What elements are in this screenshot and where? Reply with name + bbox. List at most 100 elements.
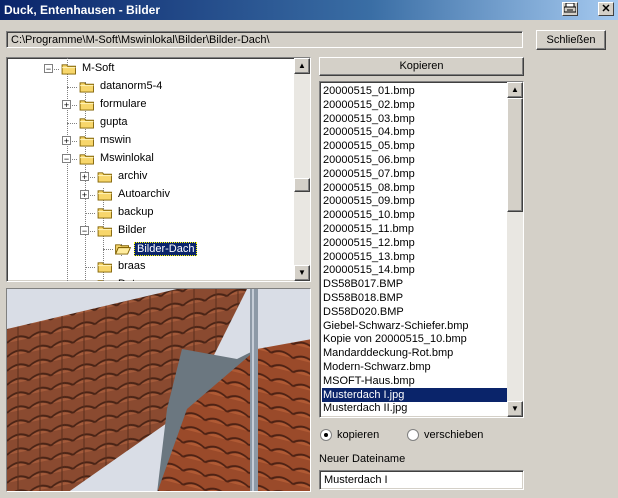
radio-move-label[interactable]: verschieben [424,429,483,441]
tree-item[interactable]: Bilder-Dach [7,240,295,258]
path-display: C:\Programme\M-Soft\Mswinlokal\Bilder\Bi… [6,31,523,48]
folder-icon [97,262,112,273]
file-list-item[interactable]: 20000515_11.bmp [322,222,415,236]
tree-item[interactable]: datanorm5-4 [7,78,295,96]
tree-item-label[interactable]: formulare [98,98,148,110]
tree-connector [103,249,113,250]
radio-dot [324,433,328,437]
file-list-item[interactable]: 20000515_13.bmp [322,250,416,264]
tree-connector [85,213,95,214]
radio-move[interactable] [407,429,419,441]
tree-item-label[interactable]: backup [116,206,155,218]
file-list-item[interactable]: 20000515_02.bmp [322,98,416,112]
file-list-item[interactable]: DS58D020.BMP [322,305,405,319]
file-list-item[interactable]: 20000515_07.bmp [322,167,416,181]
tree-item[interactable]: − Mswinlokal [7,150,295,168]
folder-icon [79,118,94,129]
file-list-item[interactable]: 20000515_10.bmp [322,208,416,222]
file-list-item[interactable]: DS58B017.BMP [322,277,404,291]
scroll-up-icon[interactable]: ▲ [294,58,310,74]
folder-tree[interactable]: − M-Soft datanorm5-4 + formulare gupta + mswin −… [6,57,311,282]
folder-icon [97,208,112,219]
file-list-item[interactable]: 20000515_09.bmp [322,194,416,208]
file-list-item[interactable]: MSOFT-Haus.bmp [322,374,416,388]
scroll-down-icon[interactable]: ▼ [294,265,310,281]
folder-icon [61,64,76,75]
image-preview [6,288,311,492]
folder-icon [79,100,94,111]
file-list[interactable]: 20000515_01.bmp 20000515_02.bmp 20000515_0… [319,81,524,418]
tree-item-label[interactable]: Bilder [116,224,148,236]
tree-item[interactable]: + mswin [7,132,295,150]
tree-item[interactable]: Data [7,276,295,281]
expand-icon[interactable]: + [62,136,71,146]
scroll-down-icon[interactable]: ▼ [507,401,523,417]
file-list-item[interactable]: 20000515_05.bmp [322,139,416,153]
tree-connector [85,267,95,268]
roof-photo [7,289,310,491]
window-title: Duck, Entenhausen - Bilder [4,3,161,17]
scroll-thumb[interactable] [507,98,523,212]
file-list-item[interactable]: 20000515_01.bmp [322,84,416,98]
tree-item-label[interactable]: Autoarchiv [116,188,172,200]
scroll-thumb[interactable] [294,178,310,192]
collapse-icon[interactable]: − [80,226,89,236]
tree-item[interactable]: + formulare [7,96,295,114]
tree-connector [67,123,77,124]
file-list-item[interactable]: Kopie von 20000515_10.bmp [322,332,468,346]
tree-item-label[interactable]: Data [116,278,143,281]
copy-button[interactable]: Kopieren [319,57,524,76]
file-list-item[interactable]: Musterdach I.jpg [322,387,507,402]
tree-item[interactable]: braas [7,258,295,276]
radio-copy[interactable] [320,429,332,441]
expand-icon[interactable]: + [80,190,89,200]
file-list-item[interactable]: 20000515_12.bmp [322,236,416,250]
folder-icon [79,154,94,165]
close-icon[interactable]: ✕ [598,2,614,16]
tree-item-label[interactable]: M-Soft [80,62,116,74]
tree-item-label[interactable]: gupta [98,116,130,128]
file-list-item[interactable]: Musterdach II.jpg [322,401,408,415]
file-list-item[interactable]: Modern-Schwarz.bmp [322,360,432,374]
tree-item[interactable]: backup [7,204,295,222]
title-bar: Duck, Entenhausen - Bilder ✕ [0,0,618,20]
file-scrollbar[interactable]: ▲ ▼ [507,82,523,417]
collapse-icon[interactable]: − [44,64,53,74]
tree-scrollbar[interactable]: ▲ ▼ [294,58,310,281]
folder-icon [97,172,112,183]
folder-icon [97,190,112,201]
tree-item-label[interactable]: Mswinlokal [98,152,156,164]
tree-item[interactable]: − Bilder [7,222,295,240]
scroll-up-icon[interactable]: ▲ [507,82,523,98]
tree-item[interactable]: + Autoarchiv [7,186,295,204]
new-name-label: Neuer Dateiname [319,453,406,465]
expand-icon[interactable]: + [80,172,89,182]
printer-icon[interactable] [562,2,578,16]
close-button[interactable]: Schließen [536,30,606,50]
tree-item-label[interactable]: braas [116,260,148,272]
folder-icon [97,226,112,237]
radio-copy-label[interactable]: kopieren [337,429,379,441]
tree-item-label[interactable]: Bilder-Dach [134,242,198,256]
collapse-icon[interactable]: − [62,154,71,164]
tree-item[interactable]: − M-Soft [7,60,295,78]
file-list-item[interactable]: DS58B018.BMP [322,291,404,305]
tree-item-label[interactable]: archiv [116,170,149,182]
tree-item[interactable]: + archiv [7,168,295,186]
expand-icon[interactable]: + [62,100,71,110]
folder-icon [79,136,94,147]
file-list-item[interactable]: 20000515_08.bmp [322,181,416,195]
file-list-item[interactable]: 20000515_06.bmp [322,153,416,167]
file-list-item[interactable]: 20000515_14.bmp [322,263,416,277]
tree-item-label[interactable]: mswin [98,134,133,146]
file-list-item[interactable]: 20000515_03.bmp [322,112,416,126]
file-list-item[interactable]: 20000515_04.bmp [322,125,416,139]
file-list-item[interactable]: Giebel-Schwarz-Schiefer.bmp [322,319,470,333]
folder-icon [79,82,94,93]
new-name-input[interactable]: Musterdach I [319,470,524,490]
file-list-item[interactable]: Mandarddeckung-Rot.bmp [322,346,454,360]
tree-item[interactable]: gupta [7,114,295,132]
tree-connector [67,87,77,88]
folder-icon [97,280,104,281]
tree-item-label[interactable]: datanorm5-4 [98,80,164,92]
